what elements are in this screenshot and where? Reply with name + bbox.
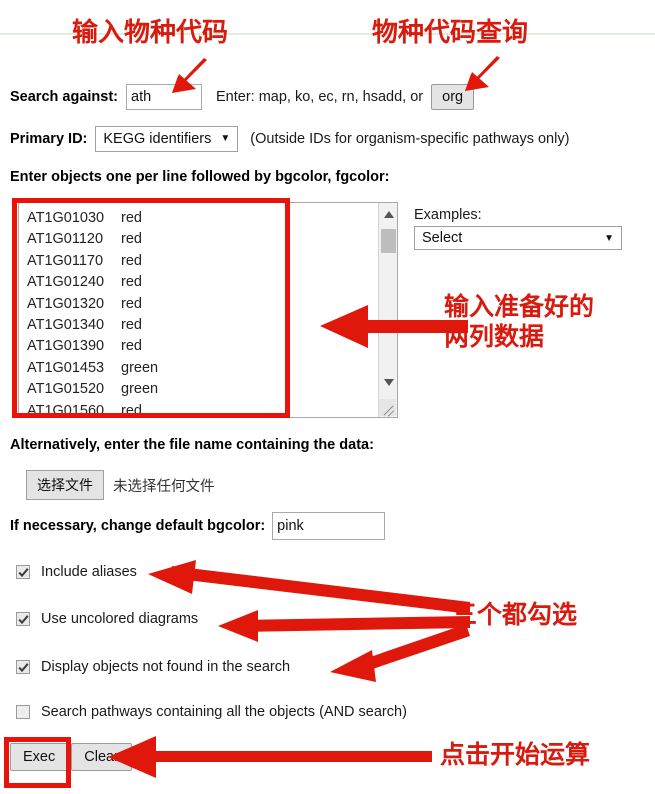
- objects-textarea[interactable]: AT1G01030 red AT1G01120 red AT1G01170 red AT1G…: [18, 202, 398, 418]
- examples-selected-value: Select: [422, 230, 463, 246]
- form-buttons-row: Exec Clear: [10, 743, 132, 771]
- object-id: AT1G01520: [27, 381, 105, 398]
- checkbox-use-uncolored-diagrams[interactable]: [16, 612, 30, 626]
- chevron-down-icon: ▼: [220, 133, 231, 144]
- default-bgcolor-label: If necessary, change default bgcolor:: [10, 518, 266, 534]
- object-line: AT1G01340 red: [27, 315, 158, 336]
- search-against-label: Search against:: [10, 89, 118, 105]
- object-color: red: [121, 231, 142, 248]
- checkbox-include-aliases[interactable]: [16, 565, 30, 579]
- scrollbar-thumb[interactable]: [381, 229, 396, 253]
- checkbox-label: Display objects not found in the search: [41, 659, 291, 675]
- object-id: AT1G01240: [27, 274, 105, 291]
- checkbox-row-display-objects-not-found[interactable]: Display objects not found in the search: [16, 659, 290, 675]
- choose-file-button[interactable]: 选择文件: [26, 470, 104, 500]
- org-button[interactable]: org: [431, 84, 475, 110]
- chevron-down-icon: ▼: [604, 232, 614, 244]
- primary-id-label: Primary ID:: [10, 131, 88, 147]
- object-id: AT1G01120: [27, 231, 104, 248]
- object-id: AT1G01320: [27, 295, 105, 312]
- object-color: green: [121, 381, 159, 398]
- object-color: red: [121, 402, 142, 418]
- file-status-text: 未选择任何文件: [113, 478, 215, 495]
- checkbox-and-search[interactable]: [16, 705, 30, 719]
- object-id: AT1G01030: [27, 210, 105, 226]
- object-id: AT1G01340: [27, 316, 105, 333]
- object-id: AT1G01170: [27, 252, 104, 269]
- checkbox-row-include-aliases[interactable]: Include aliases: [16, 564, 137, 580]
- primary-id-selected-value: KEGG identifiers: [103, 131, 212, 147]
- object-line: AT1G01560 red: [27, 401, 158, 418]
- enter-hint-text: Enter: map, ko, ec, rn, hsadd, or: [216, 89, 424, 105]
- object-line: AT1G01240 red: [27, 272, 158, 293]
- search-against-row: Search against: Enter: map, ko, ec, rn, …: [10, 84, 475, 110]
- scroll-down-arrow-icon[interactable]: [379, 374, 397, 391]
- object-line: AT1G01453 green: [27, 358, 158, 379]
- textarea-resize-grip-icon[interactable]: [379, 399, 396, 416]
- checkbox-row-and-search[interactable]: Search pathways containing all the objec…: [16, 704, 407, 720]
- object-color: red: [121, 274, 142, 291]
- primary-id-select[interactable]: KEGG identifiers ▼: [95, 126, 239, 152]
- search-against-input[interactable]: [126, 84, 202, 110]
- checkbox-label: Use uncolored diagrams: [41, 611, 199, 627]
- clear-button[interactable]: Clear: [71, 743, 132, 771]
- checkbox-label: Search pathways containing all the objec…: [41, 704, 407, 720]
- object-color: red: [121, 316, 142, 333]
- object-line: AT1G01120 red: [27, 229, 158, 250]
- object-line: AT1G01170 red: [27, 251, 158, 272]
- objects-heading: Enter objects one per line followed by b…: [10, 169, 390, 185]
- object-color: red: [121, 338, 142, 355]
- checkbox-label: Include aliases: [41, 564, 137, 580]
- objects-textarea-content: AT1G01030 red AT1G01120 red AT1G01170 red AT1G…: [19, 203, 158, 418]
- examples-select[interactable]: Select ▼: [414, 226, 622, 250]
- object-color: red: [121, 295, 142, 312]
- object-id: AT1G01560: [27, 402, 105, 418]
- checkbox-display-objects-not-found[interactable]: [16, 660, 30, 674]
- annotation-click-to-run: 点击开始运算: [440, 740, 591, 769]
- primary-id-row: Primary ID: KEGG identifiers ▼ (Outside …: [10, 126, 569, 152]
- object-color: green: [121, 359, 159, 376]
- examples-label: Examples:: [414, 207, 482, 223]
- default-bgcolor-row: If necessary, change default bgcolor:: [10, 512, 386, 540]
- object-line: AT1G01030 red: [27, 208, 158, 229]
- annotation-enter-two-column-data: 输入准备好的 两列数据: [444, 292, 595, 351]
- object-id: AT1G01453: [27, 359, 105, 376]
- object-color: red: [121, 252, 142, 269]
- object-line: AT1G01390 red: [27, 336, 158, 357]
- page-top-divider: [0, 33, 655, 35]
- object-id: AT1G01390: [27, 338, 105, 355]
- object-line: AT1G01520 green: [27, 379, 158, 400]
- object-line: AT1G01320 red: [27, 294, 158, 315]
- primary-id-note: (Outside IDs for organism-specific pathw…: [250, 131, 570, 147]
- alt-file-heading: Alternatively, enter the file name conta…: [10, 437, 374, 453]
- annotation-check-all-three: 三个都勾选: [452, 600, 578, 629]
- textarea-scrollbar[interactable]: [378, 203, 397, 417]
- file-upload-row: 选择文件 未选择任何文件: [26, 470, 215, 500]
- default-bgcolor-input[interactable]: [272, 512, 386, 540]
- exec-button[interactable]: Exec: [10, 743, 69, 771]
- scroll-up-arrow-icon[interactable]: [379, 206, 397, 223]
- object-color: red: [121, 210, 142, 226]
- checkbox-row-use-uncolored-diagrams[interactable]: Use uncolored diagrams: [16, 611, 198, 627]
